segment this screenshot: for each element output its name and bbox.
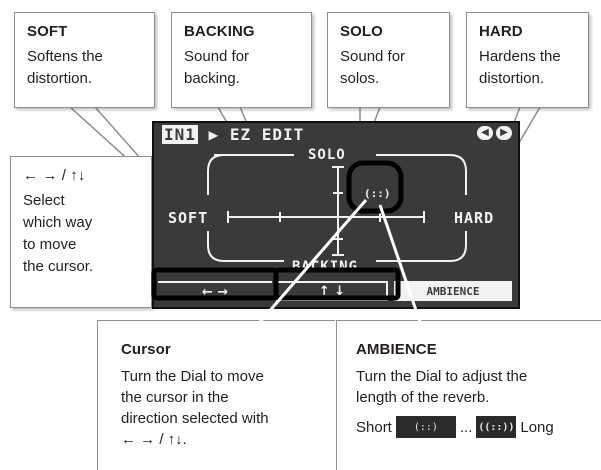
direction-select-title: ← → / ↑↓ — [23, 167, 86, 184]
ambience-long-label: Long — [520, 418, 554, 436]
solo-description: Sound for solos. — [340, 48, 406, 87]
soft-description: Softens the distortion. — [27, 48, 103, 87]
ambience-callout: AMBIENCE Turn the Dial to adjust the len… — [336, 320, 601, 470]
soft-title: SOFT — [27, 23, 68, 40]
bar-up-down: ↑ ↓ — [276, 281, 388, 301]
hard-callout: HARD Hardens the distortion. — [466, 12, 589, 108]
backing-title: BACKING — [184, 23, 255, 40]
lcd-hard-label: HARD — [454, 209, 495, 227]
solo-callout: SOLO Sound for solos. — [327, 12, 450, 108]
ambience-description: Turn the Dial to adjust the length of th… — [356, 368, 528, 406]
backing-callout: BACKING Sound for backing. — [171, 12, 312, 108]
bar-left-right: ← → — [158, 281, 272, 301]
soft-callout: SOFT Softens the distortion. — [14, 12, 155, 108]
ambience-range: Short (::) ... ((::)) Long — [356, 416, 594, 438]
cursor-callout: Cursor Turn the Dial to move the cursor … — [97, 320, 335, 470]
lcd-backing-label: BACKING — [292, 259, 359, 275]
ambience-short-label: Short — [356, 418, 392, 436]
lcd-soft-label: SOFT — [168, 209, 209, 227]
direction-select-callout: ← → / ↑↓ Select which way to move the cu… — [10, 156, 152, 308]
cursor-description: Turn the Dial to move the cursor in the … — [121, 368, 269, 448]
bar-ambience: AMBIENCE — [394, 281, 512, 301]
solo-title: SOLO — [340, 23, 383, 40]
ambience-title: AMBIENCE — [356, 341, 437, 358]
direction-select-description: Select which way to move the cursor. — [23, 192, 94, 275]
hard-title: HARD — [479, 23, 523, 40]
lcd-solo-label: SOLO — [308, 147, 346, 163]
lcd-screen: IN1 ▶ EZ EDIT ◀ ▶ (::) SOLO SOFT HARD BA — [152, 121, 520, 309]
backing-description: Sound for backing. — [184, 48, 250, 87]
cursor-title: Cursor — [121, 341, 171, 358]
lcd-cursor-glyph: (::) — [364, 187, 391, 200]
ambience-long-indicator: ((::)) — [476, 416, 517, 438]
hard-description: Hardens the distortion. — [479, 48, 561, 87]
ambience-short-indicator: (::) — [395, 416, 456, 438]
lcd-function-bar: ← → ↑ ↓ AMBIENCE — [158, 281, 514, 301]
ambience-ellipsis: ... — [459, 418, 473, 436]
